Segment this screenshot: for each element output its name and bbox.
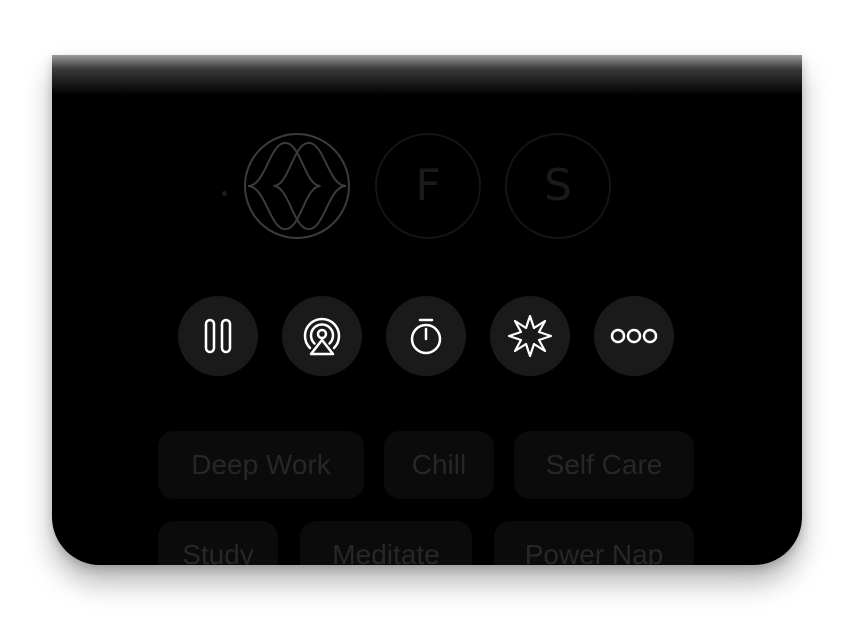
- chip-self-care[interactable]: Self Care: [514, 431, 694, 499]
- chip-power-nap[interactable]: Power Nap: [494, 521, 694, 565]
- mode-f-letter: F: [415, 160, 441, 211]
- pause-icon: [204, 318, 232, 354]
- pause-button[interactable]: [178, 296, 258, 376]
- chip-chill[interactable]: Chill: [384, 431, 494, 499]
- playback-controls: [178, 296, 678, 376]
- mode-s-letter: S: [544, 160, 572, 211]
- effects-button[interactable]: [490, 296, 570, 376]
- airplay-icon: [303, 317, 341, 356]
- timer-icon: [410, 318, 442, 355]
- chip-label: Self Care: [545, 449, 663, 480]
- chip-label: Deep Work: [191, 449, 331, 480]
- app-window: F S Deep Work Chill Self Care Study Medi…: [52, 55, 802, 565]
- mode-f-button[interactable]: F: [375, 133, 481, 239]
- sparkle-icon: [507, 314, 553, 358]
- chip-label: Power Nap: [524, 539, 664, 565]
- chip-study[interactable]: Study: [158, 521, 278, 565]
- more-button[interactable]: [594, 296, 674, 376]
- mode-s-button[interactable]: S: [505, 133, 611, 239]
- mode-wave-button[interactable]: [244, 133, 350, 239]
- page-indicator-dot: [222, 191, 227, 196]
- cast-button[interactable]: [282, 296, 362, 376]
- more-icon: [610, 328, 658, 344]
- top-fade: [52, 55, 802, 95]
- chip-label: Meditate: [332, 539, 440, 565]
- timer-button[interactable]: [386, 296, 466, 376]
- wave-icon: [247, 141, 347, 231]
- chip-meditate[interactable]: Meditate: [300, 521, 472, 565]
- chip-label: Chill: [411, 449, 467, 480]
- chip-label: Study: [182, 539, 254, 565]
- chip-deep-work[interactable]: Deep Work: [158, 431, 364, 499]
- screen: F S Deep Work Chill Self Care Study Medi…: [0, 0, 854, 618]
